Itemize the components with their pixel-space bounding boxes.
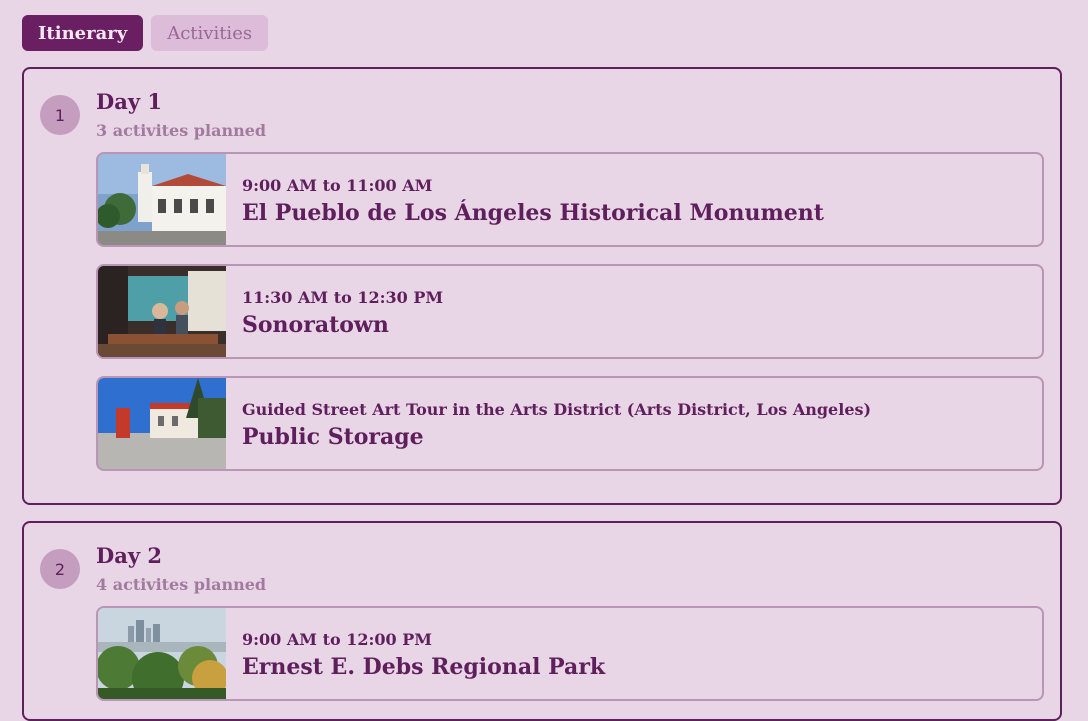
restaurant-interior-photo bbox=[98, 266, 226, 357]
activity-card[interactable]: 9:00 AM to 12:00 PM Ernest E. Debs Regio… bbox=[96, 606, 1044, 701]
activity-name: El Pueblo de Los Ángeles Historical Monu… bbox=[242, 200, 824, 226]
day-card: 1 Day 1 3 activites planned 9:00 AM to 1… bbox=[22, 67, 1062, 505]
day-card: 2 Day 2 4 activites planned 9:00 AM to 1… bbox=[22, 521, 1062, 721]
tab-activities[interactable]: Activities bbox=[151, 15, 269, 51]
activity-time: 9:00 AM to 11:00 AM bbox=[242, 176, 433, 195]
day-activity-count: 4 activites planned bbox=[96, 575, 267, 594]
tab-bar: Itinerary Activities bbox=[22, 15, 269, 51]
activity-time: Guided Street Art Tour in the Arts Distr… bbox=[242, 400, 872, 419]
day-title: Day 1 bbox=[96, 89, 162, 114]
activity-name: Public Storage bbox=[242, 424, 424, 450]
activity-time: 9:00 AM to 12:00 PM bbox=[242, 630, 432, 649]
storage-building-photo bbox=[98, 378, 226, 469]
day-activity-count: 3 activites planned bbox=[96, 121, 267, 140]
activity-name: Sonoratown bbox=[242, 312, 389, 338]
activity-name: Ernest E. Debs Regional Park bbox=[242, 654, 606, 680]
activity-card[interactable]: 11:30 AM to 12:30 PM Sonoratown bbox=[96, 264, 1044, 359]
day-number-badge: 2 bbox=[40, 549, 80, 589]
day-number-badge: 1 bbox=[40, 95, 80, 135]
activity-card[interactable]: Guided Street Art Tour in the Arts Distr… bbox=[96, 376, 1044, 471]
activity-card[interactable]: 9:00 AM to 11:00 AM El Pueblo de Los Áng… bbox=[96, 152, 1044, 247]
historic-building-photo bbox=[98, 154, 226, 245]
day-title: Day 2 bbox=[96, 543, 162, 568]
tab-itinerary[interactable]: Itinerary bbox=[22, 15, 144, 51]
activity-time: 11:30 AM to 12:30 PM bbox=[242, 288, 444, 307]
park-skyline-photo bbox=[98, 608, 226, 699]
